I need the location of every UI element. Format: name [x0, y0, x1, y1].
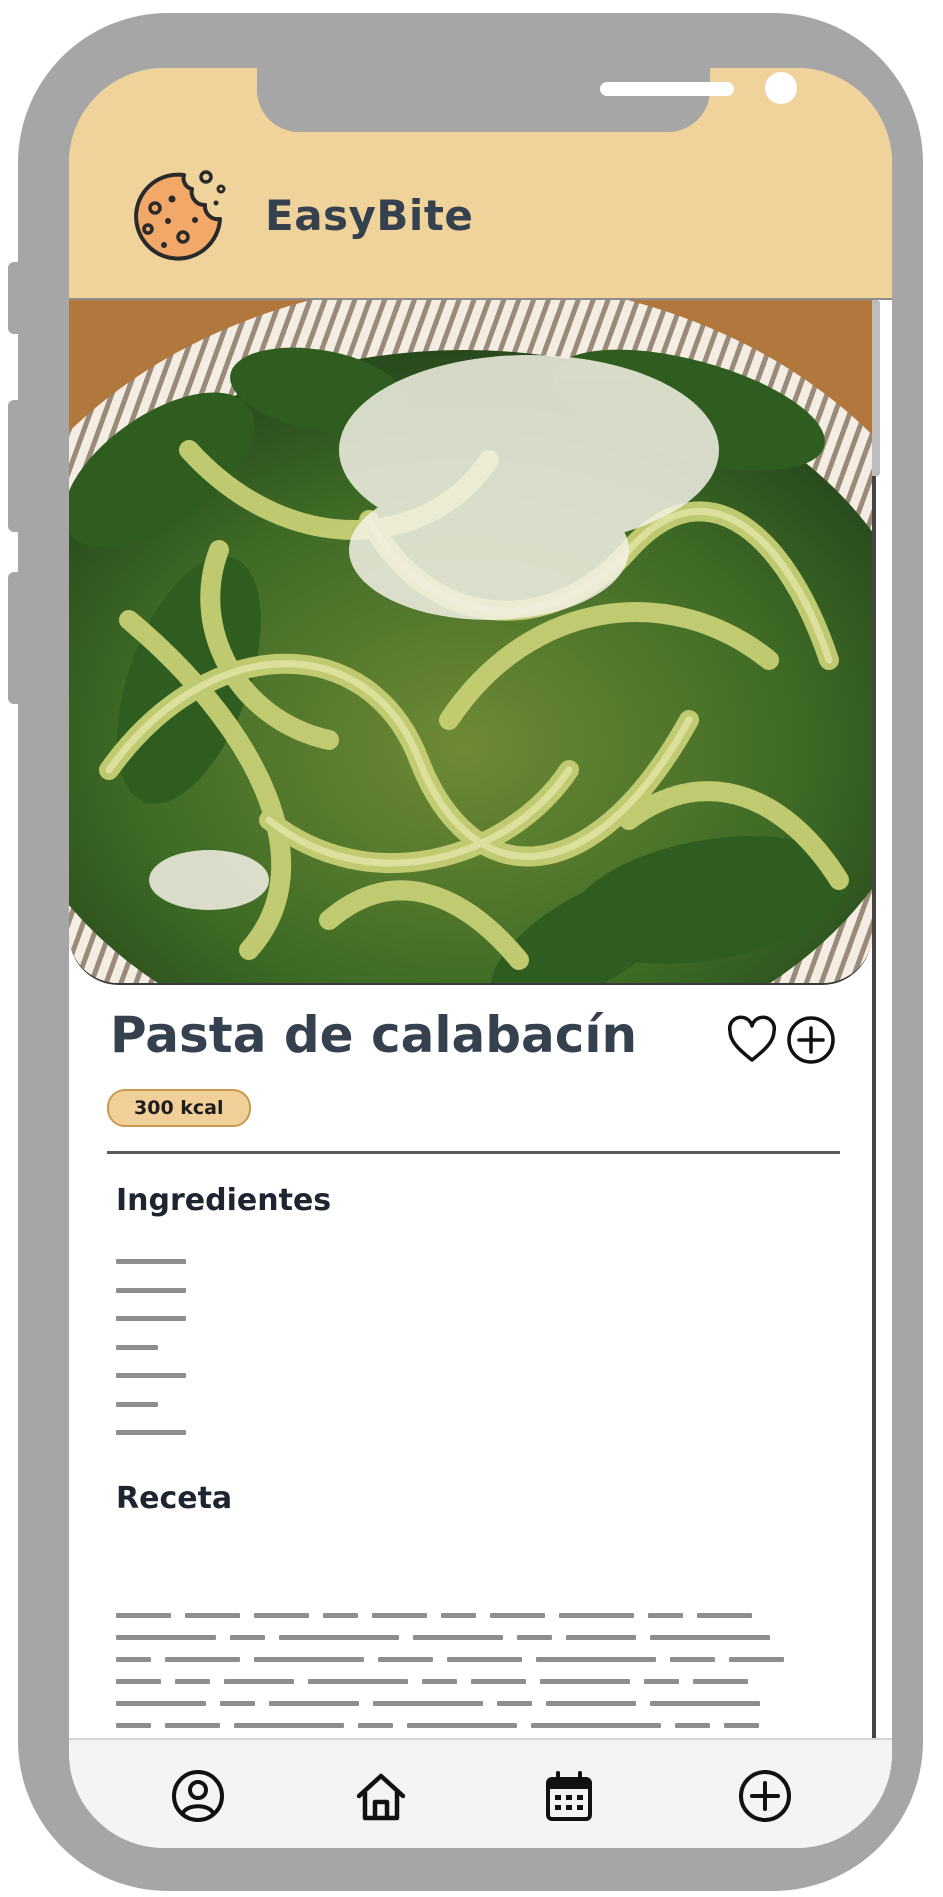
recipe-text-line	[697, 1613, 752, 1618]
recipe-text-line	[650, 1635, 770, 1640]
recipe-text-line	[441, 1613, 476, 1618]
ingredient-placeholder	[116, 1345, 158, 1350]
recipe-text-line	[650, 1701, 760, 1706]
recipe-text-line	[675, 1723, 710, 1728]
recipe-text-line	[279, 1635, 399, 1640]
recipe-photo	[69, 300, 872, 985]
recipe-text-line	[729, 1657, 784, 1662]
recipe-text-line	[497, 1701, 532, 1706]
ingredient-placeholder	[116, 1288, 186, 1293]
recipe-text-line	[230, 1635, 265, 1640]
ingredient-placeholder	[116, 1430, 186, 1435]
recipe-text-line	[378, 1657, 433, 1662]
recipe-text-line	[413, 1635, 503, 1640]
side-button	[8, 262, 28, 334]
recipe-text-line	[372, 1613, 427, 1618]
heart-icon[interactable]	[726, 1014, 778, 1066]
plus-circle-icon[interactable]	[737, 1768, 793, 1824]
recipe-text-line	[116, 1679, 161, 1684]
recipe-text-line	[224, 1679, 294, 1684]
plus-circle-icon[interactable]	[785, 1014, 837, 1066]
recipe-text-line	[234, 1723, 344, 1728]
recipe-text-line	[116, 1701, 206, 1706]
recipe-text-line	[566, 1635, 636, 1640]
recipe-text-line	[308, 1679, 408, 1684]
recipe-text-line	[323, 1613, 358, 1618]
recipe-text-line	[471, 1679, 526, 1684]
recipe-text-line	[116, 1657, 151, 1662]
app-title: EasyBite	[265, 191, 474, 240]
recipe-text-line	[517, 1635, 552, 1640]
recipe-text-line	[540, 1679, 630, 1684]
recipe-text-line	[447, 1657, 522, 1662]
recipe-text-line	[165, 1723, 220, 1728]
speaker	[600, 82, 734, 96]
camera	[765, 72, 797, 104]
ingredient-placeholder	[116, 1259, 186, 1264]
recipe-heading: Receta	[116, 1481, 233, 1516]
recipe-text-line	[559, 1613, 634, 1618]
recipe-text-line	[648, 1613, 683, 1618]
phone-notch	[257, 68, 797, 132]
recipe-text-line	[175, 1679, 210, 1684]
recipe-text-line	[724, 1723, 759, 1728]
recipe-text-line	[116, 1613, 171, 1618]
calendar-icon[interactable]	[541, 1768, 597, 1824]
recipe-text-line	[269, 1701, 359, 1706]
recipe-text-line	[254, 1657, 364, 1662]
bottom-tab-bar	[69, 1738, 892, 1848]
recipe-title: Pasta de calabacín	[110, 1006, 638, 1064]
recipe-text-line	[490, 1613, 545, 1618]
recipe-text-line	[531, 1723, 661, 1728]
recipe-text-line	[220, 1701, 255, 1706]
recipe-text-line	[644, 1679, 679, 1684]
recipe-text-line	[373, 1701, 483, 1706]
recipe-text-line	[693, 1679, 748, 1684]
user-circle-icon[interactable]	[170, 1768, 226, 1824]
side-button	[8, 400, 28, 532]
recipe-text-line	[407, 1723, 517, 1728]
recipe-text-line	[254, 1613, 309, 1618]
recipe-text-line	[116, 1635, 216, 1640]
recipe-text-line	[165, 1657, 240, 1662]
side-button	[8, 572, 28, 704]
cookie-icon	[134, 170, 226, 261]
recipe-text-line	[670, 1657, 715, 1662]
ingredients-heading: Ingredientes	[116, 1183, 332, 1218]
calories-badge: 300 kcal	[107, 1089, 251, 1127]
recipe-text-line	[116, 1723, 151, 1728]
phone-screen: EasyBite Pasta de calabacín 300 kcal Ing…	[69, 68, 892, 1848]
recipe-text-line	[546, 1701, 636, 1706]
recipe-text-line	[185, 1613, 240, 1618]
recipe-text-line	[358, 1723, 393, 1728]
section-divider	[107, 1151, 840, 1154]
app-header: EasyBite	[69, 68, 892, 300]
ingredient-placeholder	[116, 1402, 158, 1407]
ingredient-placeholder	[116, 1316, 186, 1321]
ingredient-placeholder	[116, 1373, 186, 1378]
recipe-text-line	[422, 1679, 457, 1684]
recipe-text-line	[536, 1657, 656, 1662]
home-icon[interactable]	[353, 1768, 409, 1824]
scrollbar-track[interactable]	[872, 300, 876, 1738]
